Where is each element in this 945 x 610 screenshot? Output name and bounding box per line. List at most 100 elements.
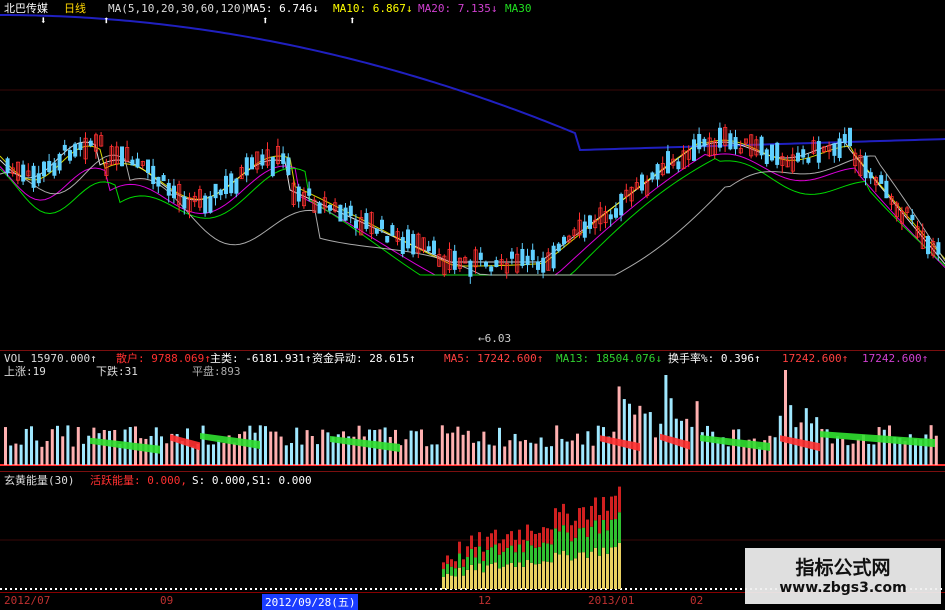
date-label: 09 (160, 594, 174, 607)
energy-bar-red (618, 486, 621, 513)
energy-bar-red (498, 543, 501, 555)
volume-bar (856, 439, 860, 465)
candle-body (411, 233, 416, 255)
candle-body (234, 178, 239, 194)
energy-bar-green (446, 563, 449, 574)
volume-bar (794, 427, 798, 465)
candle-body (478, 252, 483, 260)
candle-body (47, 160, 52, 173)
energy-bar-red (442, 562, 445, 570)
candle-body (286, 157, 291, 176)
vol-value: VOL 15970.000↑ (4, 352, 97, 365)
volume-bar (882, 429, 886, 465)
volume-bar (612, 431, 616, 465)
candle-body (130, 159, 135, 166)
volume-bar (565, 441, 569, 465)
energy-bar-green (610, 519, 613, 548)
energy-bar-yellow (574, 558, 577, 589)
volume-bar (690, 426, 694, 465)
energy-bar-green (462, 566, 465, 576)
energy-bar-red (534, 533, 537, 548)
energy-bar-red (454, 561, 457, 569)
volume-bar (492, 445, 496, 465)
volume-bar (737, 429, 741, 465)
energy-bar-red (558, 512, 561, 532)
candle-body (936, 242, 941, 255)
volume-bar (466, 430, 470, 465)
volume-bar (498, 427, 501, 465)
date-cursor-label[interactable]: 2012/09/28(五) (262, 594, 359, 610)
energy-bar-yellow (534, 564, 537, 589)
energy-bar-red (494, 529, 497, 545)
volume-bar (596, 425, 600, 465)
energy-bar-red (614, 495, 617, 520)
candle-body (338, 204, 343, 222)
candle-body (213, 183, 218, 199)
energy-bar-green (526, 540, 529, 561)
volume-bar (409, 430, 413, 465)
energy-bar-yellow (546, 561, 549, 589)
energy-bar-yellow (494, 562, 497, 589)
candle-body (405, 229, 410, 249)
volume-bar (846, 445, 850, 465)
retail-value: 散户: 9788.069↑ (116, 352, 211, 365)
energy-bar-yellow (502, 566, 505, 589)
energy-bar-yellow (474, 570, 477, 589)
energy-bar-red (542, 527, 545, 543)
price-panel[interactable]: 北巴传媒 日线 MA(5,10,20,30,60,120) MA5: 6.746… (0, 0, 945, 350)
volume-bar (472, 442, 475, 465)
volume-bar (186, 428, 189, 465)
energy-bar-green (482, 561, 485, 573)
volume-bar (586, 431, 590, 465)
candle-body (161, 175, 166, 182)
candle-body (702, 138, 707, 147)
candle-body (842, 134, 847, 143)
volume-bar (388, 436, 392, 465)
candle-body (863, 155, 868, 179)
s-value: S: 0.000, (192, 474, 252, 487)
energy-bar-red (466, 546, 469, 557)
volume-bar (420, 429, 423, 465)
volume-panel[interactable]: VOL 15970.000↑ 散户: 9788.069↑ 主类: -6181.9… (0, 350, 945, 470)
ma-params[interactable]: MA(5,10,20,30,60,120) (108, 2, 247, 15)
volume-bar (446, 433, 449, 465)
volume-bar (591, 445, 595, 465)
candle-body (182, 196, 187, 209)
candle-body (5, 158, 10, 174)
volume-bar (440, 425, 444, 465)
energy-bar-red (502, 539, 505, 552)
volume-bar (695, 401, 699, 465)
watermark-title: 指标公式网 (795, 557, 891, 579)
energy-bar-red (522, 539, 525, 553)
volume-bar (430, 444, 434, 465)
candle-body (52, 162, 57, 176)
energy-bar-yellow (598, 555, 601, 589)
energy-bar-red (470, 535, 473, 549)
candle-body (483, 261, 488, 267)
energy-bar-red (570, 525, 573, 542)
candle-body (832, 143, 837, 156)
candle-body (764, 149, 769, 165)
energy-bar-green (558, 531, 561, 555)
candle-body (78, 142, 83, 150)
candle-body (317, 202, 322, 214)
energy-bar-yellow (550, 562, 553, 589)
candle-body (650, 172, 655, 180)
vol-ma13-value: MA13: 18504.076↓ (556, 352, 662, 365)
date-label: 2013/01 (588, 594, 635, 607)
energy-bar-green (498, 554, 501, 569)
energy-bar-red (606, 510, 609, 531)
candle-body (619, 193, 624, 216)
candle-body (801, 149, 806, 158)
energy-bar-red (554, 508, 557, 529)
volume-bar (638, 405, 642, 465)
volume-chart[interactable] (0, 350, 945, 470)
candle-body (166, 182, 171, 196)
volume-bar (581, 444, 585, 465)
candlestick-chart[interactable] (0, 0, 945, 350)
up-count: 上涨:19 (4, 365, 46, 378)
energy-bar-red (598, 514, 601, 534)
period-label[interactable]: 日线 (64, 2, 86, 15)
volume-bar (851, 443, 855, 465)
energy-bar-red (446, 555, 449, 564)
